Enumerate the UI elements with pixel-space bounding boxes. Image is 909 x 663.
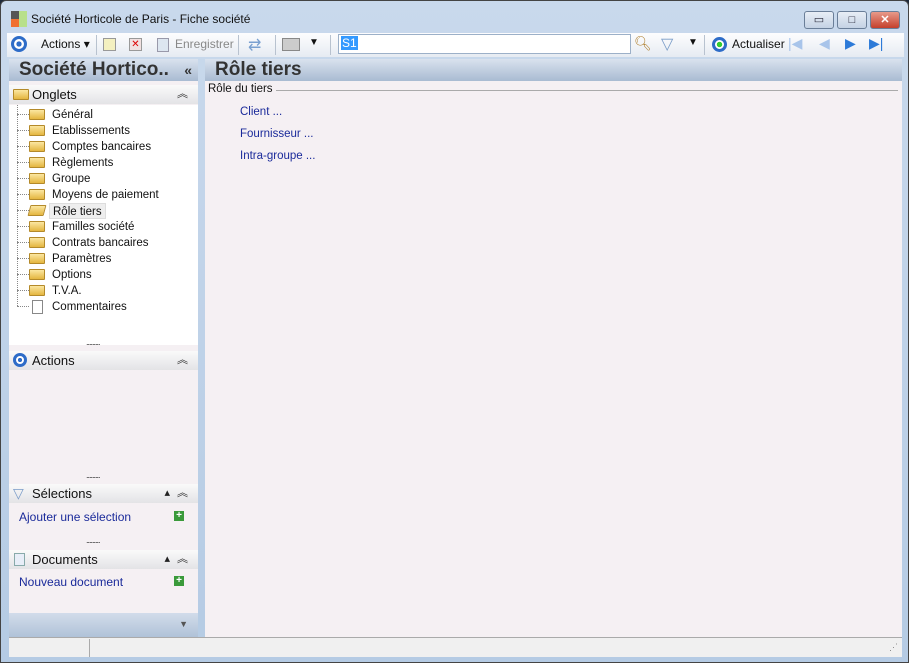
tree-item[interactable]: T.V.A.: [52, 283, 82, 299]
folder-icon: [29, 109, 45, 120]
resize-grip-icon[interactable]: ⋰: [889, 642, 898, 653]
tree-item[interactable]: Rôle tiers: [49, 203, 106, 219]
new-icon[interactable]: [103, 38, 116, 51]
left-panel-header: Société Hortico.. «: [9, 59, 198, 81]
collapse-panel-button[interactable]: «: [184, 59, 192, 81]
folder-open-icon: [27, 205, 47, 216]
folder-icon: [29, 253, 45, 264]
first-record-icon[interactable]: |◀: [788, 35, 802, 52]
folder-icon: [29, 189, 45, 200]
refresh-icon: [712, 37, 727, 52]
tree-item[interactable]: Etablissements: [52, 123, 130, 139]
company-name: Société Hortico..: [19, 59, 169, 80]
actions-menu-button[interactable]: Actions ▾: [41, 37, 90, 51]
new-document-link[interactable]: Nouveau document: [19, 575, 123, 589]
print-icon[interactable]: [282, 38, 300, 51]
tree-item[interactable]: Paramètres: [52, 251, 111, 267]
search-icon[interactable]: 🔍︎: [634, 35, 652, 52]
left-panel: Société Hortico.. « Onglets ︽ Général Etabl…: [9, 59, 198, 637]
tree-item[interactable]: Commentaires: [52, 299, 127, 315]
actions-icon: [13, 353, 27, 367]
supplier-link[interactable]: Fournisseur ...: [240, 128, 314, 140]
splitter-handle[interactable]: .........: [86, 535, 100, 545]
add-icon[interactable]: +: [174, 511, 184, 521]
app-icon: [11, 11, 27, 27]
window-title: Société Horticole de Paris - Fiche socié…: [31, 12, 251, 26]
search-value: S1: [341, 36, 358, 50]
maximize-button[interactable]: □: [837, 11, 867, 29]
sync-icon[interactable]: ⇄: [248, 35, 261, 55]
chevron-down-icon[interactable]: ▼: [179, 619, 188, 629]
status-cell: [9, 639, 90, 657]
page-title: Rôle tiers: [205, 59, 902, 81]
collapse-icon[interactable]: ︽: [177, 85, 188, 104]
save-button[interactable]: Enregistrer: [175, 37, 234, 51]
collapse-icon[interactable]: ︽: [177, 550, 188, 569]
filter-icon[interactable]: ▽: [661, 34, 673, 54]
selections-label: Sélections: [32, 486, 92, 501]
close-button[interactable]: ✕: [870, 11, 900, 29]
tree-item[interactable]: Options: [52, 267, 92, 283]
intra-group-link[interactable]: Intra-groupe ...: [240, 150, 315, 162]
collapse-icon[interactable]: ︽: [177, 351, 188, 370]
tree-item[interactable]: Règlements: [52, 155, 113, 171]
comment-icon: [32, 300, 43, 314]
folder-icon: [29, 173, 45, 184]
tree-item[interactable]: Familles société: [52, 219, 134, 235]
selections-section-header[interactable]: ▽ Sélections ▴ ︽: [9, 484, 198, 503]
status-bar: ⋰: [9, 637, 902, 657]
onglets-label: Onglets: [32, 87, 77, 102]
filter-icon: ▽: [13, 485, 24, 501]
actions-section-header[interactable]: Actions ︽: [9, 351, 198, 370]
documents-label: Documents: [32, 552, 98, 567]
folder-icon: [13, 89, 29, 100]
folder-icon: [29, 237, 45, 248]
collapse-icon[interactable]: ︽: [177, 484, 188, 503]
splitter-handle[interactable]: .........: [86, 337, 100, 347]
onglets-tree: Général Etablissements Comptes bancaires Rè…: [9, 105, 198, 345]
folder-icon: [29, 221, 45, 232]
minimize-button[interactable]: ▭: [804, 11, 834, 29]
panel-overflow-bar[interactable]: ▼: [9, 613, 198, 637]
save-icon: [157, 38, 169, 52]
refresh-button[interactable]: Actualiser: [732, 37, 785, 51]
tree-item[interactable]: Comptes bancaires: [52, 139, 151, 155]
add-selection-link[interactable]: Ajouter une sélection: [19, 510, 131, 524]
tree-item[interactable]: Général: [52, 107, 93, 123]
filter-dropdown-icon[interactable]: ▼: [688, 37, 698, 48]
folder-icon: [29, 269, 45, 280]
client-link[interactable]: Client ...: [240, 106, 282, 118]
folder-icon: [29, 157, 45, 168]
toolbar: Actions ▾ ✕ Enregistrer ⇄ ▼ S1 🔍︎ ▽ ▼ Ac…: [7, 33, 904, 57]
document-icon: [14, 553, 25, 566]
documents-section-header[interactable]: Documents ▴ ︽: [9, 550, 198, 569]
last-record-icon[interactable]: ▶|: [869, 35, 883, 52]
next-record-icon[interactable]: ▶: [845, 35, 856, 52]
previous-record-icon[interactable]: ◀: [819, 35, 830, 52]
group-label: Rôle du tiers: [208, 83, 276, 95]
onglets-section-header[interactable]: Onglets ︽: [9, 85, 198, 104]
tree-item[interactable]: Contrats bancaires: [52, 235, 149, 251]
folder-icon: [29, 285, 45, 296]
tree-item[interactable]: Moyens de paiement: [52, 187, 159, 203]
collapse-up-icon[interactable]: ▴: [164, 550, 170, 569]
main-content: Rôle tiers Rôle du tiers Client ... Four…: [205, 59, 902, 637]
delete-icon[interactable]: ✕: [129, 38, 142, 51]
folder-icon: [29, 141, 45, 152]
add-icon[interactable]: +: [174, 576, 184, 586]
search-input[interactable]: S1: [338, 34, 631, 54]
actions-label: Actions: [41, 37, 81, 51]
actions-icon: [11, 36, 27, 52]
splitter-handle[interactable]: .........: [86, 470, 100, 480]
tree-item[interactable]: Groupe: [52, 171, 90, 187]
collapse-up-icon[interactable]: ▴: [164, 484, 170, 503]
print-dropdown-icon[interactable]: ▼: [309, 37, 319, 48]
folder-icon: [29, 125, 45, 136]
actions-section-label: Actions: [32, 353, 75, 368]
application-window: Société Horticole de Paris - Fiche socié…: [0, 0, 909, 663]
